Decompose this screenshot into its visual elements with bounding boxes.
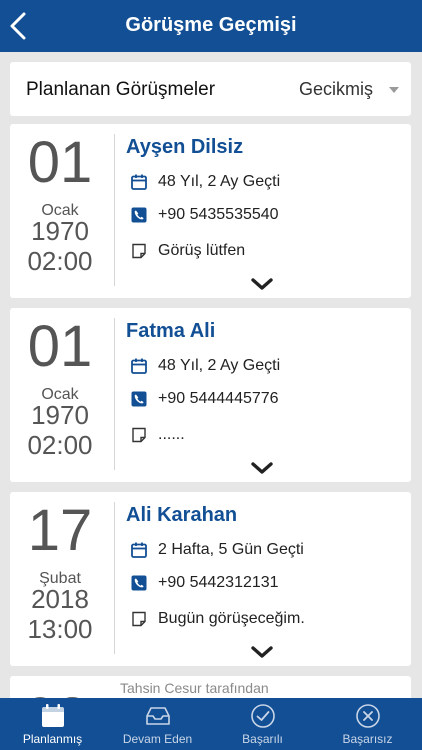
appointment-card[interactable]: 01 Ocak 1970 02:00 Fatma Ali 48 Yıl, 2 A… (10, 308, 411, 482)
filter-label: Planlanan Görüşmeler (26, 79, 216, 100)
phone-icon (130, 390, 148, 408)
tab-planned[interactable]: Planlanmış (0, 698, 105, 750)
note-icon (130, 610, 148, 628)
caret-down-icon (389, 86, 399, 93)
note-icon (130, 242, 148, 260)
expand-button[interactable] (250, 644, 274, 660)
date-block: 17 Şubat 2018 13:00 (10, 492, 114, 666)
check-circle-icon (251, 704, 275, 728)
chevron-down-icon (251, 278, 273, 290)
date-day: 17 (27, 498, 93, 563)
date-time: 02:00 (27, 430, 93, 460)
elapsed-text: 2 Hafta, 5 Gün Geçti (158, 541, 304, 558)
phone-row[interactable]: +90 5442312131 (130, 574, 279, 592)
bottom-tab-bar: Planlanmış Devam Eden Başarılı Başarısız (0, 698, 422, 750)
tab-label: Devam Eden (122, 732, 193, 746)
calendar-icon (130, 173, 148, 191)
date-block: 01 Ocak 1970 02:00 (10, 308, 114, 482)
page-title: Görüşme Geçmişi (125, 14, 297, 36)
contact-name: Ali Karahan (126, 504, 238, 526)
chevron-down-icon (251, 646, 273, 658)
created-by-text: Tahsin Cesur tarafından (120, 680, 269, 696)
calendar-icon (130, 541, 148, 559)
appointment-card[interactable]: 17 Şubat 2018 13:00 Ali Karahan 2 Hafta,… (10, 492, 411, 666)
phone-row[interactable]: +90 5444445776 (130, 390, 279, 408)
phone-text: +90 5444445776 (158, 390, 279, 407)
tab-successful[interactable]: Başarılı (210, 698, 315, 750)
date-year: 2018 (31, 584, 89, 614)
appointment-card[interactable]: 01 Ocak 1970 02:00 Ayşen Dilsiz 48 Yıl, … (10, 124, 411, 298)
note-text: Bugün görüşeceğim. (158, 610, 305, 627)
phone-text: +90 5435535540 (158, 206, 279, 223)
expand-button[interactable] (250, 276, 274, 292)
status-dropdown-value: Gecikmiş (298, 79, 373, 99)
contact-name: Ayşen Dilsiz (126, 136, 244, 158)
date-block: 01 Ocak 1970 02:00 (10, 124, 114, 298)
phone-icon (130, 206, 148, 224)
calendar-icon (42, 704, 64, 727)
x-circle-icon (356, 704, 380, 728)
date-time: 02:00 (27, 246, 93, 276)
date-year: 1970 (31, 400, 89, 430)
contact-name: Fatma Ali (126, 320, 216, 342)
calendar-icon (130, 357, 148, 375)
chevron-down-icon (251, 462, 273, 474)
note-icon (130, 426, 148, 444)
elapsed-row: 48 Yıl, 2 Ay Geçti (130, 357, 280, 375)
app-header: Görüşme Geçmişi (0, 0, 422, 52)
note-text: ...... (158, 426, 185, 443)
filter-bar: Planlanan Görüşmeler Gecikmiş (10, 62, 411, 116)
inbox-icon (146, 707, 170, 725)
date-day: 01 (27, 314, 93, 379)
tab-in-progress[interactable]: Devam Eden (105, 698, 210, 750)
phone-row[interactable]: +90 5435535540 (130, 206, 279, 224)
elapsed-text: 48 Yıl, 2 Ay Geçti (158, 357, 281, 374)
note-row: ...... (130, 426, 185, 444)
phone-icon (130, 574, 148, 592)
tab-label: Planlanmış (22, 732, 83, 746)
divider (114, 134, 115, 286)
tab-label: Başarısız (342, 732, 393, 746)
status-dropdown[interactable]: Gecikmiş (299, 79, 399, 100)
expand-button[interactable] (250, 460, 274, 476)
note-row: Görüş lütfen (130, 242, 245, 260)
phone-text: +90 5442312131 (158, 574, 279, 591)
elapsed-row: 2 Hafta, 5 Gün Geçti (130, 541, 304, 559)
elapsed-row: 48 Yıl, 2 Ay Geçti (130, 173, 280, 191)
date-year: 1970 (31, 216, 89, 246)
note-text: Görüş lütfen (158, 242, 246, 259)
divider (114, 502, 115, 654)
divider (114, 318, 115, 470)
date-day: 01 (27, 130, 93, 195)
date-time: 13:00 (27, 614, 93, 644)
elapsed-text: 48 Yıl, 2 Ay Geçti (158, 173, 281, 190)
tab-label: Başarılı (242, 732, 283, 746)
tab-failed[interactable]: Başarısız (315, 698, 420, 750)
note-row: Bugün görüşeceğim. (130, 610, 305, 628)
